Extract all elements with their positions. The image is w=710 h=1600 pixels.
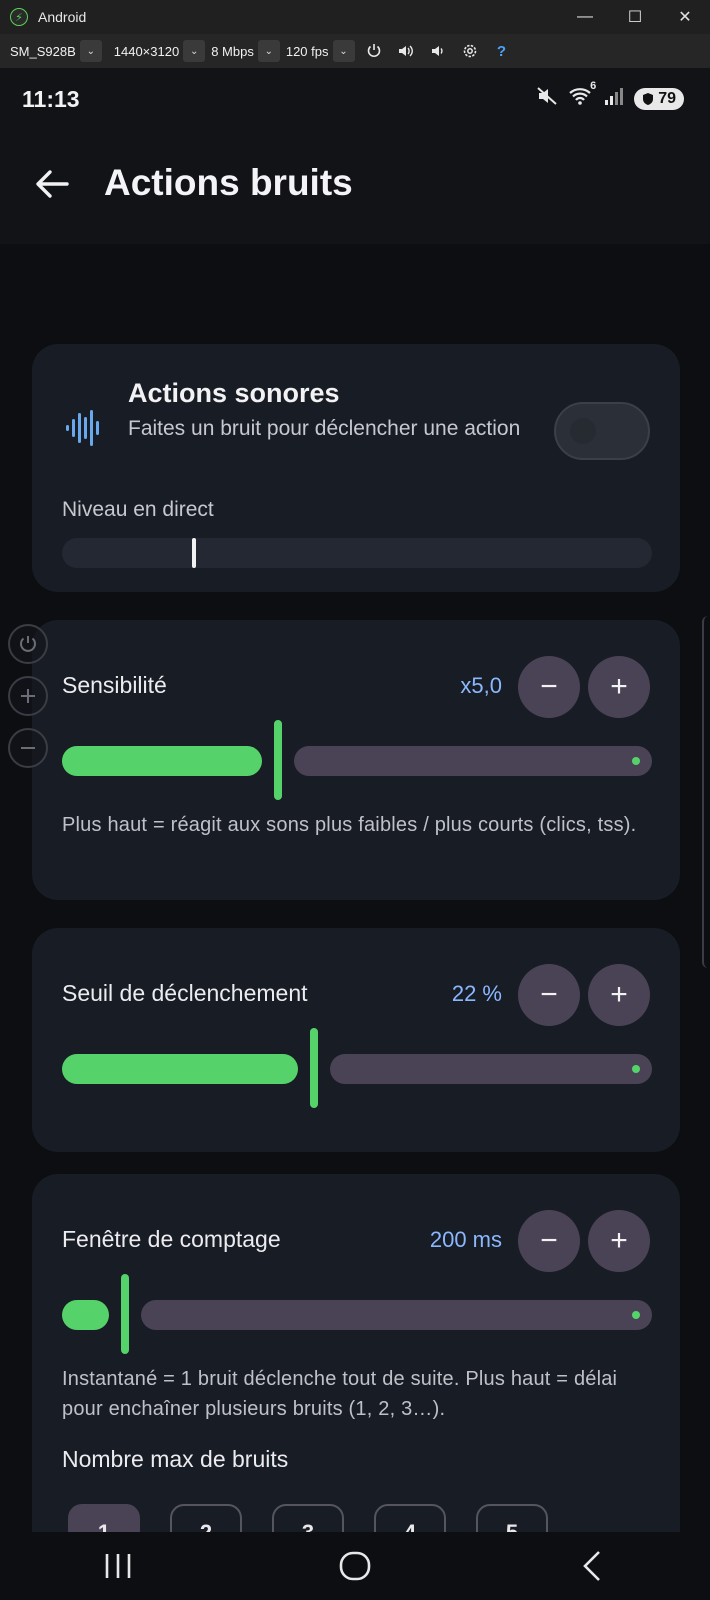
wifi-icon: 6 [568,80,596,111]
sensitivity-increase-button[interactable]: + [588,656,650,718]
count-window-increase-button[interactable]: + [588,1210,650,1272]
count-window-decrease-button[interactable]: − [518,1210,580,1272]
back-nav-button[interactable] [552,1536,632,1596]
window-title: Android [38,9,87,25]
maximize-button[interactable]: ☐ [610,0,660,34]
sensitivity-help: Plus haut = réagit aux sons plus faibles… [62,814,637,836]
home-icon [339,1551,371,1581]
mirror-toolbar: SM_S928B ⌄ 1440×3120 ⌄ 8 Mbps ⌄ 120 fps … [0,34,710,68]
wifi-badge: 6 [590,80,597,92]
sound-actions-title: Actions sonores [128,378,340,408]
threshold-slider[interactable] [62,1028,652,1108]
toggle-knob [570,418,596,444]
slider-thumb[interactable] [121,1274,129,1354]
slider-end-dot [632,1065,640,1073]
scroll-edge-handle[interactable] [702,616,710,968]
home-button[interactable] [315,1536,395,1596]
count-window-value: 200 ms [429,1227,502,1252]
bitrate-dropdown[interactable]: ⌄ [257,40,280,62]
sensitivity-decrease-button[interactable]: − [518,656,580,718]
slider-end-dot [632,1311,640,1319]
battery-level: 79 [658,89,676,107]
mute-icon [536,86,558,111]
device-name: SM_S928B [10,43,76,59]
close-button[interactable]: ✕ [660,0,710,34]
slider-active-track [62,746,262,776]
fps-dropdown[interactable]: ⌄ [332,40,355,62]
app-bar: Actions bruits [0,132,710,244]
slider-end-dot [632,757,640,765]
volume-down-icon[interactable] [425,38,451,64]
chevron-left-icon [582,1551,600,1581]
sensitivity-slider[interactable] [62,720,652,800]
android-app-icon: ⚡ [10,8,28,26]
back-button[interactable] [30,162,74,206]
window-titlebar: ⚡ Android — ☐ ✕ [0,0,710,34]
system-nav-bar [0,1532,710,1600]
fps-value: 120 fps [285,43,329,59]
bitrate-value: 8 Mbps [211,43,254,59]
page-title: Actions bruits [104,162,353,203]
help-icon[interactable]: ? [489,38,515,64]
slider-active-track [62,1054,298,1084]
minimize-button[interactable]: — [560,0,610,34]
phone-screen: 11:13 6 79 Actions bruits Actions sonore… [0,68,710,1600]
shield-icon [643,92,654,105]
sound-actions-toggle[interactable] [554,402,650,460]
threshold-value: 22 % [451,981,502,1006]
volume-up-icon[interactable] [393,38,419,64]
count-window-help: Instantané = 1 bruit déclenche tout de s… [62,1368,618,1420]
resolution-dropdown[interactable]: ⌄ [183,40,206,62]
count-window-slider[interactable] [62,1274,652,1354]
sensitivity-value: x5,0 [460,673,502,698]
threshold-label: Seuil de déclenchement [62,980,308,1006]
slider-thumb[interactable] [274,720,282,800]
signal-icon [604,86,624,111]
recent-apps-button[interactable] [78,1536,158,1596]
slider-inactive-track [330,1054,652,1084]
status-bar: 11:13 6 79 [0,68,710,132]
sensitivity-card: Sensibilité x5,0 − + Plus haut = réagit … [32,620,680,900]
settings-content[interactable]: Actions sonores Faites un bruit pour déc… [0,244,710,1594]
count-window-card: Fenêtre de comptage 200 ms − + Instantan… [32,1174,680,1594]
slider-inactive-track [294,746,652,776]
sound-actions-card: Actions sonores Faites un bruit pour déc… [32,344,680,592]
zoom-in-icon[interactable] [8,676,48,716]
status-time: 11:13 [22,86,80,112]
sound-wave-icon [64,410,104,451]
slider-active-track [62,1300,109,1330]
device-dropdown[interactable]: ⌄ [79,40,102,62]
sensitivity-label: Sensibilité [62,672,167,698]
live-level-marker [192,538,196,568]
slider-inactive-track [141,1300,652,1330]
live-level-meter [62,538,652,568]
battery-indicator: 79 [634,87,684,110]
max-noises-label: Nombre max de bruits [62,1446,289,1472]
recent-apps-icon [106,1554,131,1578]
threshold-card: Seuil de déclenchement 22 % − + [32,928,680,1152]
settings-gear-icon[interactable] [457,38,483,64]
live-level-label: Niveau en direct [62,498,214,521]
threshold-decrease-button[interactable]: − [518,964,580,1026]
count-window-label: Fenêtre de comptage [62,1226,281,1252]
power-icon[interactable] [361,38,387,64]
power-icon[interactable] [8,624,48,664]
zoom-out-icon[interactable] [8,728,48,768]
sound-actions-subtitle: Faites un bruit pour déclencher une acti… [128,417,521,440]
arrow-left-icon [36,170,69,198]
slider-thumb[interactable] [310,1028,318,1108]
threshold-increase-button[interactable]: + [588,964,650,1026]
resolution-value: 1440×3120 [113,43,180,59]
